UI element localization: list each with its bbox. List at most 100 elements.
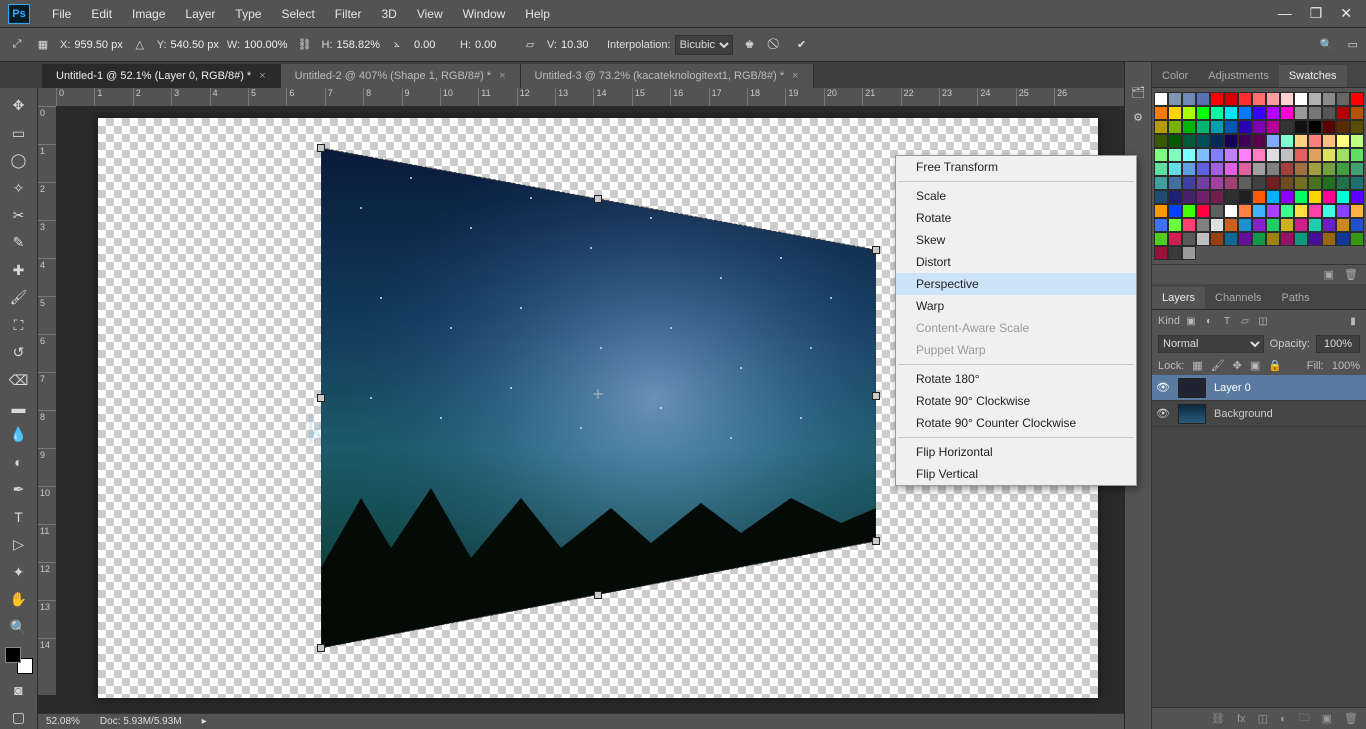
color-swatch[interactable] [1308, 176, 1322, 190]
filter-smart-icon[interactable]: ◫ [1256, 314, 1270, 328]
color-swatch[interactable] [1224, 120, 1238, 134]
collapsed-panel-icon[interactable]: 🗂 [1131, 86, 1145, 99]
document-tab-2[interactable]: Untitled-2 @ 407% (Shape 1, RGB/8#) *× [281, 64, 521, 88]
color-swatch[interactable] [1210, 92, 1224, 106]
color-swatch[interactable] [1336, 204, 1350, 218]
menu-3d[interactable]: 3D [371, 7, 406, 21]
color-swatch[interactable] [1266, 176, 1280, 190]
fill-value[interactable]: 100% [1332, 360, 1360, 372]
color-swatch[interactable] [1322, 134, 1336, 148]
color-swatch[interactable] [1336, 106, 1350, 120]
color-swatch[interactable] [1154, 232, 1168, 246]
vskew-value[interactable]: 10.30 [561, 39, 599, 51]
color-swatch[interactable] [1322, 204, 1336, 218]
window-restore-icon[interactable]: ❐ [1310, 5, 1323, 22]
crop-tool-icon[interactable]: ✂ [6, 204, 32, 227]
hskew-value[interactable]: 0.00 [475, 39, 513, 51]
color-swatch[interactable] [1280, 204, 1294, 218]
color-swatch[interactable] [1350, 162, 1364, 176]
blend-mode-select[interactable]: Normal [1158, 335, 1264, 353]
layer-item-layer0[interactable]: 👁 Layer 0 [1152, 375, 1366, 401]
document-tab-1[interactable]: Untitled-1 @ 52.1% (Layer 0, RGB/8#) *× [42, 64, 281, 88]
color-swatch[interactable] [1210, 176, 1224, 190]
color-swatch[interactable] [1182, 232, 1196, 246]
color-swatch[interactable] [1350, 134, 1364, 148]
marquee-tool-icon[interactable]: ▭ [6, 121, 32, 144]
color-swatch[interactable] [1252, 162, 1266, 176]
filter-type-icon[interactable]: T [1220, 314, 1234, 328]
context-menu-item[interactable]: Flip Horizontal [896, 441, 1136, 463]
color-swatch[interactable] [1350, 106, 1364, 120]
menu-type[interactable]: Type [225, 7, 271, 21]
layer-thumbnail[interactable] [1178, 404, 1206, 424]
commit-transform-icon[interactable]: ✔ [793, 36, 811, 54]
color-swatch[interactable] [1266, 232, 1280, 246]
color-swatch[interactable] [1322, 218, 1336, 232]
lock-transparency-icon[interactable]: ▦ [1192, 359, 1202, 372]
color-swatch[interactable] [1308, 134, 1322, 148]
color-swatch[interactable] [1154, 148, 1168, 162]
color-swatch[interactable] [1182, 148, 1196, 162]
color-swatch[interactable] [1196, 218, 1210, 232]
lock-pixels-icon[interactable]: 🖌 [1211, 359, 1225, 372]
context-menu-item[interactable]: Perspective [896, 273, 1136, 295]
color-swatch[interactable] [1252, 106, 1266, 120]
y-value[interactable]: 540.50 px [171, 39, 219, 51]
x-value[interactable]: 959.50 px [74, 39, 122, 51]
color-swatch[interactable] [1336, 176, 1350, 190]
color-swatch[interactable] [1238, 162, 1252, 176]
color-swatch[interactable] [1182, 218, 1196, 232]
eraser-tool-icon[interactable]: ⌫ [6, 368, 32, 391]
color-swatch[interactable] [1196, 204, 1210, 218]
color-swatch[interactable] [1210, 204, 1224, 218]
new-layer-icon[interactable]: ▣ [1322, 712, 1332, 725]
hand-tool-icon[interactable]: ✋ [6, 588, 32, 611]
visibility-icon[interactable]: 👁 [1156, 381, 1170, 394]
color-swatch[interactable] [1294, 190, 1308, 204]
color-swatch[interactable] [1224, 148, 1238, 162]
window-close-icon[interactable]: ✕ [1340, 5, 1352, 22]
filter-pixel-icon[interactable]: ▣ [1184, 314, 1198, 328]
color-swatch[interactable] [1266, 134, 1280, 148]
color-swatch[interactable] [1294, 106, 1308, 120]
color-swatch[interactable] [1336, 232, 1350, 246]
color-swatch[interactable] [1350, 190, 1364, 204]
color-swatch[interactable] [1196, 162, 1210, 176]
color-swatch[interactable] [1322, 176, 1336, 190]
link-wh-icon[interactable]: ⛓ [296, 36, 314, 54]
color-swatch[interactable] [1252, 176, 1266, 190]
color-swatch[interactable] [1168, 218, 1182, 232]
document-size[interactable]: Doc: 5.93M/5.93M [100, 716, 182, 727]
vertical-ruler[interactable]: 01234567891011121314 [38, 106, 56, 695]
transform-handle-ml[interactable] [317, 394, 325, 402]
layer-thumbnail[interactable] [1178, 378, 1206, 398]
color-swatch[interactable] [1168, 120, 1182, 134]
color-swatch[interactable] [1196, 92, 1210, 106]
color-swatch[interactable] [1252, 92, 1266, 106]
color-swatch[interactable] [1196, 134, 1210, 148]
color-swatch[interactable] [1280, 92, 1294, 106]
color-swatch[interactable] [1280, 162, 1294, 176]
menu-window[interactable]: Window [453, 7, 516, 21]
visibility-icon[interactable]: 👁 [1156, 407, 1170, 420]
color-swatch[interactable] [1224, 92, 1238, 106]
horizontal-ruler[interactable]: 0123456789101112131415161718192021222324… [56, 88, 1124, 106]
color-swatch[interactable] [1252, 120, 1266, 134]
color-swatch[interactable] [1308, 232, 1322, 246]
color-swatch[interactable] [1322, 106, 1336, 120]
color-swatch[interactable] [1210, 232, 1224, 246]
layer-mask-icon[interactable]: ◫ [1258, 712, 1268, 725]
color-swatch[interactable] [1308, 120, 1322, 134]
filter-shape-icon[interactable]: ▱ [1238, 314, 1252, 328]
history-brush-tool-icon[interactable]: ↺ [6, 341, 32, 364]
tab-swatches[interactable]: Swatches [1279, 65, 1347, 87]
color-swatch[interactable] [1322, 148, 1336, 162]
transform-handle-tl[interactable] [317, 144, 325, 152]
angle-value[interactable]: 0.00 [414, 39, 452, 51]
context-menu-item[interactable]: Rotate [896, 207, 1136, 229]
foreground-color-swatch[interactable] [5, 647, 21, 663]
color-swatch[interactable] [1182, 134, 1196, 148]
color-swatch[interactable] [1224, 190, 1238, 204]
color-swatch[interactable] [1154, 134, 1168, 148]
pen-tool-icon[interactable]: ✒ [6, 478, 32, 501]
